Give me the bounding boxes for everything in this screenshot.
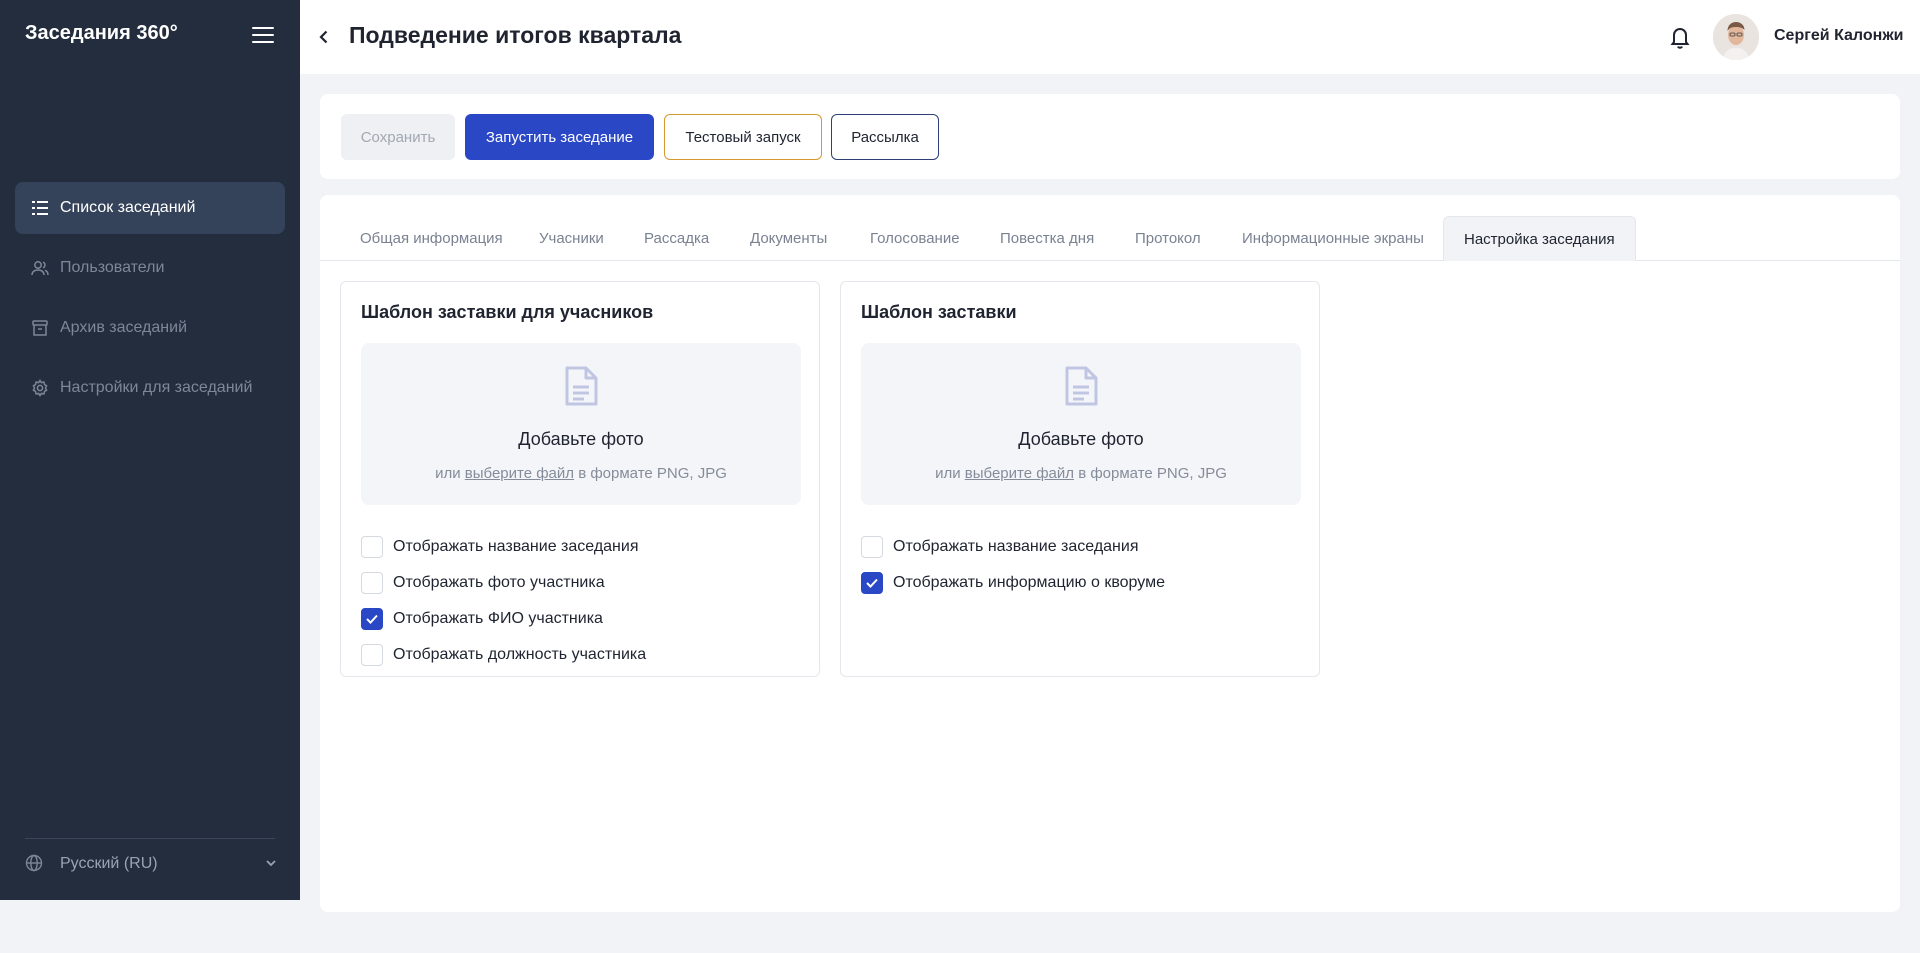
back-icon[interactable]: [314, 27, 334, 47]
checkbox-label: Отображать название заседания: [893, 538, 1139, 555]
checkbox-checked[interactable]: [861, 572, 883, 594]
bell-icon[interactable]: [1669, 25, 1691, 49]
test-run-button[interactable]: Тестовый запуск: [664, 114, 822, 160]
checkbox-checked[interactable]: [361, 608, 383, 630]
dropzone-suffix: в формате PNG, JPG: [578, 465, 727, 482]
dropzone-subtitle: или выберите файл в формате PNG, JPG: [861, 465, 1301, 482]
save-button[interactable]: Сохранить: [341, 114, 455, 160]
option-show-participant-name[interactable]: Отображать ФИО участника: [361, 601, 646, 637]
users-icon: [31, 259, 49, 277]
sidebar-item-label: Настройки для заседаний: [60, 379, 253, 396]
tab-seating[interactable]: Рассадка: [644, 216, 709, 261]
document-icon: [562, 365, 600, 407]
option-show-participant-position[interactable]: Отображать должность участника: [361, 637, 646, 673]
checkbox[interactable]: [861, 536, 883, 558]
option-show-participant-photo[interactable]: Отображать фото участника: [361, 565, 646, 601]
photo-dropzone[interactable]: Добавьте фото или выберите файл в формат…: [861, 343, 1301, 505]
sidebar-divider: [25, 838, 275, 839]
tab-participants[interactable]: Учасники: [539, 216, 604, 261]
checkbox-label: Отображать фото участника: [393, 574, 605, 591]
participants-splash-panel: Шаблон заставки для учасников Добавьте ф…: [340, 281, 820, 677]
mailing-button[interactable]: Рассылка: [831, 114, 939, 160]
main-card: Общая информация Учасники Рассадка Докум…: [320, 195, 1900, 912]
checkbox[interactable]: [361, 572, 383, 594]
top-header: Подведение итогов квартала Сергей Калонж…: [300, 0, 1920, 74]
tab-info-screens[interactable]: Информационные экраны: [1242, 216, 1424, 261]
sidebar-item-settings[interactable]: Настройки для заседаний: [15, 362, 285, 414]
globe-icon: [25, 854, 45, 874]
checkbox-label: Отображать ФИО участника: [393, 610, 603, 627]
list-icon: [31, 199, 49, 217]
tab-agenda[interactable]: Повестка дня: [1000, 216, 1094, 261]
choose-file-link[interactable]: выберите файл: [465, 465, 574, 482]
dropzone-prefix: или: [435, 465, 461, 482]
tab-meeting-settings[interactable]: Настройка заседания: [1443, 216, 1636, 261]
checkbox[interactable]: [361, 644, 383, 666]
language-label: Русский (RU): [60, 855, 158, 872]
dropzone-prefix: или: [935, 465, 961, 482]
choose-file-link[interactable]: выберите файл: [965, 465, 1074, 482]
sidebar-item-label: Список заседаний: [60, 199, 196, 216]
option-show-meeting-title[interactable]: Отображать название заседания: [861, 529, 1165, 565]
start-meeting-button[interactable]: Запустить заседание: [465, 114, 654, 160]
options-list: Отображать название заседания Отображать…: [361, 529, 646, 673]
language-selector[interactable]: Русский (RU): [25, 852, 278, 876]
options-list: Отображать название заседания Отображать…: [861, 529, 1165, 601]
gear-icon: [31, 379, 49, 397]
tab-general-info[interactable]: Общая информация: [360, 216, 503, 261]
photo-dropzone[interactable]: Добавьте фото или выберите файл в формат…: [361, 343, 801, 505]
dropzone-title: Добавьте фото: [518, 429, 644, 449]
sidebar-item-label: Архив заседаний: [60, 319, 187, 336]
sidebar-item-label: Пользователи: [60, 259, 165, 276]
dropzone-suffix: в формате PNG, JPG: [1078, 465, 1227, 482]
tab-bar: Общая информация Учасники Рассадка Докум…: [320, 216, 1900, 261]
archive-icon: [31, 319, 49, 337]
avatar[interactable]: [1713, 14, 1759, 60]
checkbox[interactable]: [361, 536, 383, 558]
option-show-quorum-info[interactable]: Отображать информацию о кворуме: [861, 565, 1165, 601]
tab-protocol[interactable]: Протокол: [1135, 216, 1201, 261]
sidebar-item-archive[interactable]: Архив заседаний: [15, 302, 285, 354]
sidebar-item-users[interactable]: Пользователи: [15, 242, 285, 294]
chevron-down-icon: [264, 856, 278, 875]
panel-title: Шаблон заставки для учасников: [361, 302, 654, 322]
check-icon: [366, 614, 378, 624]
tab-documents[interactable]: Документы: [750, 216, 827, 261]
menu-icon[interactable]: [252, 27, 274, 45]
check-icon: [866, 578, 878, 588]
sidebar-item-meetings-list[interactable]: Список заседаний: [15, 182, 285, 234]
action-toolbar: Сохранить Запустить заседание Тестовый з…: [320, 94, 1900, 179]
option-show-meeting-title[interactable]: Отображать название заседания: [361, 529, 646, 565]
tab-voting[interactable]: Голосование: [870, 216, 960, 261]
user-name[interactable]: Сергей Калонжи: [1774, 27, 1904, 45]
document-icon: [1062, 365, 1100, 407]
sidebar: Заседания 360° Список заседаний Пользова…: [0, 0, 300, 900]
checkbox-label: Отображать информацию о кворуме: [893, 574, 1165, 591]
sidebar-nav: Список заседаний Пользователи Архив засе…: [15, 182, 285, 422]
dropzone-subtitle: или выберите файл в формате PNG, JPG: [361, 465, 801, 482]
page-title: Подведение итогов квартала: [349, 22, 682, 48]
splash-panel: Шаблон заставки Добавьте фото или выбери…: [840, 281, 1320, 677]
panel-title: Шаблон заставки: [861, 302, 1017, 322]
checkbox-label: Отображать должность участника: [393, 646, 647, 663]
checkbox-label: Отображать название заседания: [393, 538, 639, 555]
dropzone-title: Добавьте фото: [1018, 429, 1144, 449]
app-brand: Заседания 360°: [25, 22, 178, 44]
